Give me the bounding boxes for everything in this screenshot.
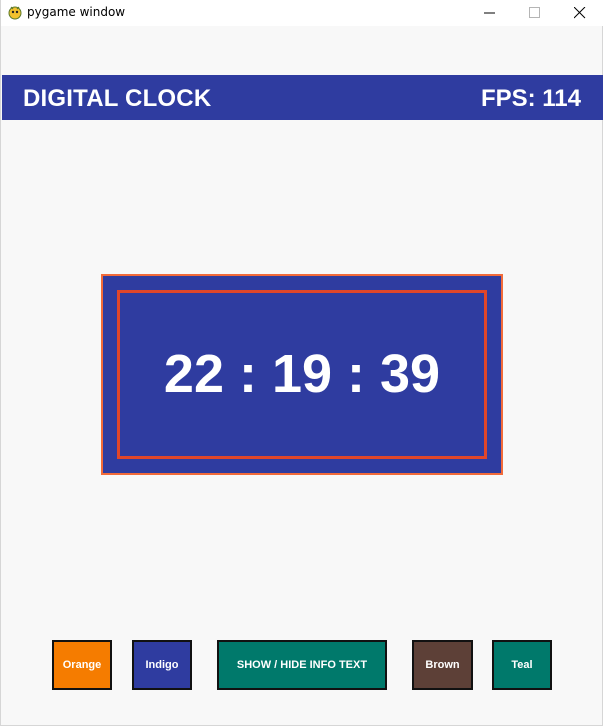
app-title: DIGITAL CLOCK bbox=[23, 85, 212, 112]
clock-time: 22 : 19 : 39 bbox=[163, 344, 441, 404]
minimize-button[interactable] bbox=[467, 0, 513, 26]
indigo-button[interactable]: Indigo bbox=[132, 640, 192, 690]
window-title: pygame window bbox=[27, 5, 126, 19]
clock-inner-frame: 22 : 19 : 39 bbox=[117, 290, 487, 459]
fps-counter: FPS: 114 bbox=[480, 85, 581, 112]
orange-button[interactable]: Orange bbox=[52, 640, 112, 690]
pygame-window: pygame window DIGITAL CLOCK FPS: 114 22 … bbox=[0, 0, 603, 726]
pygame-snake-icon bbox=[7, 4, 23, 20]
close-button[interactable] bbox=[557, 0, 603, 26]
maximize-button[interactable] bbox=[512, 0, 558, 26]
minimize-icon bbox=[484, 12, 495, 14]
brown-button[interactable]: Brown bbox=[412, 640, 473, 690]
clock-panel: 22 : 19 : 39 bbox=[101, 274, 503, 475]
close-icon bbox=[574, 7, 586, 19]
title-bar[interactable]: pygame window bbox=[1, 0, 603, 26]
maximize-icon bbox=[529, 7, 540, 18]
teal-button[interactable]: Teal bbox=[492, 640, 552, 690]
toggle-info-button[interactable]: SHOW / HIDE INFO TEXT bbox=[217, 640, 387, 690]
header-bar: DIGITAL CLOCK FPS: 114 bbox=[2, 75, 603, 120]
